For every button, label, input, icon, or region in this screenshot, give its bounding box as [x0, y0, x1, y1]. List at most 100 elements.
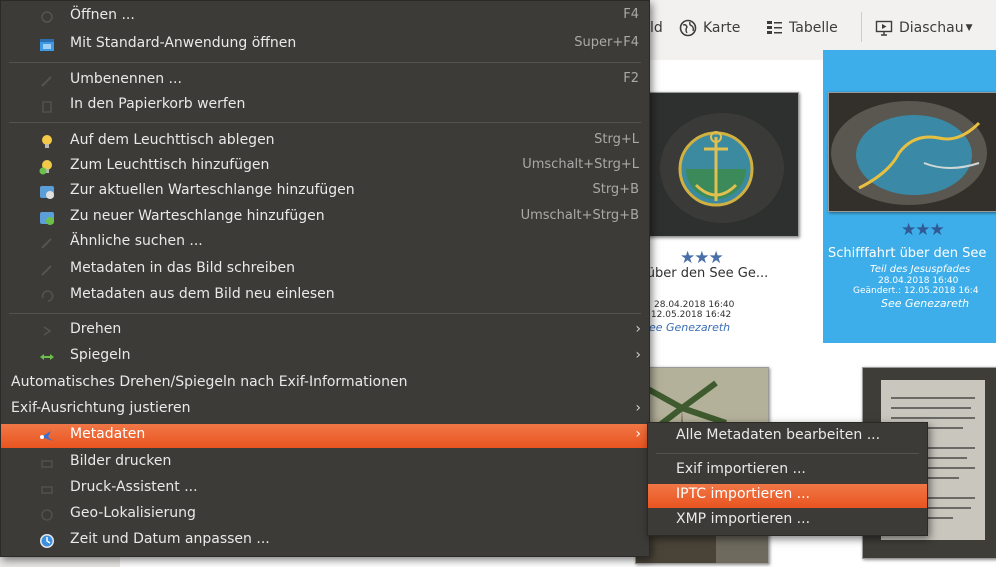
submenu-item-edit-all-metadata[interactable]: Alle Metadaten bearbeiten ...: [648, 425, 927, 449]
menu-item-adjust-exif-orientation[interactable]: Exif-Ausrichtung justieren ›: [1, 398, 649, 422]
view-button-image-label: ld: [650, 20, 663, 36]
view-button-map[interactable]: Karte: [679, 14, 740, 42]
menu-item-label: In den Papierkorb werfen: [70, 96, 246, 112]
rename-icon: [39, 73, 55, 89]
rotate-icon: [39, 323, 55, 339]
menu-item-print-images[interactable]: Bilder drucken: [1, 451, 649, 475]
menu-separator: [656, 453, 919, 454]
menu-item-label: Zur aktuellen Warteschlange hinzufügen: [70, 182, 355, 198]
slideshow-button[interactable]: Diaschau ▼: [875, 14, 973, 42]
chevron-down-icon: ▼: [965, 23, 973, 33]
thumbnail-album: See Genezareth: [642, 321, 731, 334]
menu-item-shortcut: Umschalt+Strg+B: [520, 208, 639, 223]
menu-item-label: Zum Leuchttisch hinzufügen: [70, 157, 270, 173]
menu-item-shortcut: F4: [623, 7, 639, 22]
submenu-item-label: XMP importieren ...: [676, 511, 811, 527]
queue-icon: [39, 184, 55, 200]
menu-item-print-wizard[interactable]: Druck-Assistent ...: [1, 477, 649, 501]
view-button-image[interactable]: ld: [650, 14, 663, 42]
lighttable-add-icon: [39, 159, 55, 175]
menu-item-reread-metadata[interactable]: Metadaten aus dem Bild neu einlesen: [1, 284, 649, 308]
metadata-write-icon: [39, 262, 55, 278]
menu-item-rename[interactable]: Umbenennen ... F2: [1, 69, 649, 93]
thumbnail-title: Schifffahrt über den See: [828, 246, 987, 261]
thumbnail-album: See Genezareth: [881, 297, 970, 310]
stone-map-image: [829, 93, 996, 211]
menu-item-adjust-time-date[interactable]: Zeit und Datum anpassen ...: [1, 529, 649, 553]
search-similar-icon: [39, 235, 55, 251]
menu-item-flip[interactable]: Spiegeln ›: [1, 345, 649, 369]
thumbnail-image: [828, 92, 996, 212]
view-button-map-label: Karte: [703, 20, 741, 36]
print-wizard-icon: [39, 481, 55, 497]
menu-item-rotate[interactable]: Drehen ›: [1, 319, 649, 343]
metadata-reload-icon: [39, 288, 55, 304]
chevron-right-icon: ›: [635, 321, 641, 337]
lighttable-icon: [39, 134, 55, 150]
menu-item-shortcut: F2: [623, 71, 639, 86]
menu-item-add-to-new-queue[interactable]: Zu neuer Warteschlange hinzufügen Umscha…: [1, 206, 649, 230]
chevron-right-icon: ›: [635, 426, 641, 442]
rating-stars: ★★★: [680, 248, 724, 268]
view-button-table-label: Tabelle: [789, 20, 838, 36]
thumbnail-modified-date: Geändert.: 12.05.2018 16:4: [853, 286, 979, 296]
submenu-item-label: Exif importieren ...: [676, 461, 806, 477]
menu-item-add-to-lighttable[interactable]: Zum Leuchttisch hinzufügen Umschalt+Strg…: [1, 155, 649, 179]
menu-item-label: Zu neuer Warteschlange hinzufügen: [70, 208, 325, 224]
menu-item-open-default-app[interactable]: Mit Standard-Anwendung öffnen Super+F4: [1, 33, 649, 57]
metadata-icon: [39, 428, 55, 444]
menu-item-label: Auf dem Leuchttisch ablegen: [70, 132, 275, 148]
open-icon: [39, 9, 55, 25]
chevron-right-icon: ›: [635, 400, 641, 416]
menu-item-shortcut: Umschalt+Strg+L: [522, 157, 639, 172]
menu-item-label: Druck-Assistent ...: [70, 479, 198, 495]
submenu-item-label: IPTC importieren ...: [676, 486, 810, 502]
toolbar-separator: [861, 12, 862, 42]
slideshow-button-label: Diaschau: [899, 20, 964, 36]
geo-icon: [39, 507, 55, 523]
thumbnail-image: [645, 92, 799, 237]
menu-item-metadata[interactable]: Metadaten ›: [1, 424, 649, 448]
menu-item-label: Spiegeln: [70, 347, 131, 363]
menu-item-find-similar[interactable]: Ähnliche suchen ...: [1, 231, 649, 255]
view-button-table[interactable]: Tabelle: [765, 14, 838, 42]
chevron-right-icon: ›: [635, 347, 641, 363]
menu-item-label: Exif-Ausrichtung justieren: [11, 400, 191, 416]
menu-item-write-metadata[interactable]: Metadaten in das Bild schreiben: [1, 258, 649, 282]
menu-item-label: Automatisches Drehen/Spiegeln nach Exif-…: [11, 374, 408, 390]
menu-item-open[interactable]: Öffnen ... F4: [1, 5, 649, 29]
menu-item-label: Mit Standard-Anwendung öffnen: [70, 35, 297, 51]
menu-separator: [9, 122, 641, 123]
flip-icon: [39, 349, 55, 365]
trash-icon: [39, 98, 55, 114]
thumbnail-cell-selected[interactable]: ★★★ Schifffahrt über den See Teil des Je…: [823, 50, 996, 343]
menu-item-auto-rotate-exif[interactable]: Automatisches Drehen/Spiegeln nach Exif-…: [1, 372, 649, 396]
submenu-item-import-xmp[interactable]: XMP importieren ...: [648, 509, 927, 533]
thumbnail-subtitle: Teil des Jesuspfades: [870, 264, 971, 275]
stone-mosaic-image: [646, 93, 798, 236]
menu-item-add-to-current-queue[interactable]: Zur aktuellen Warteschlange hinzufügen S…: [1, 180, 649, 204]
slideshow-icon: [875, 20, 893, 36]
menu-separator: [9, 313, 641, 314]
menu-item-label: Metadaten: [70, 426, 146, 442]
menu-item-move-to-trash[interactable]: In den Papierkorb werfen: [1, 94, 649, 118]
rating-stars: ★★★: [901, 220, 945, 240]
submenu-item-import-exif[interactable]: Exif importieren ...: [648, 459, 927, 483]
menu-item-label: Ähnliche suchen ...: [70, 233, 203, 249]
context-menu: Öffnen ... F4 Mit Standard-Anwendung öff…: [0, 0, 650, 557]
menu-item-place-on-lighttable[interactable]: Auf dem Leuchttisch ablegen Strg+L: [1, 130, 649, 154]
queue-new-icon: [39, 210, 55, 226]
menu-item-label: Zeit und Datum anpassen ...: [70, 531, 270, 547]
menu-item-shortcut: Strg+B: [592, 182, 639, 197]
menu-item-label: Umbenennen ...: [70, 71, 182, 87]
submenu-item-import-iptc[interactable]: IPTC importieren ...: [648, 484, 927, 508]
menu-item-label: Bilder drucken: [70, 453, 172, 469]
globe-icon: [679, 19, 697, 37]
app-icon: [39, 37, 55, 53]
submenu-item-label: Alle Metadaten bearbeiten ...: [676, 427, 881, 443]
menu-item-geolocation[interactable]: Geo-Lokalisierung: [1, 503, 649, 527]
menu-item-label: Metadaten in das Bild schreiben: [70, 260, 295, 276]
menu-item-label: Drehen: [70, 321, 122, 337]
clock-icon: [39, 533, 55, 549]
menu-item-shortcut: Super+F4: [574, 35, 639, 50]
